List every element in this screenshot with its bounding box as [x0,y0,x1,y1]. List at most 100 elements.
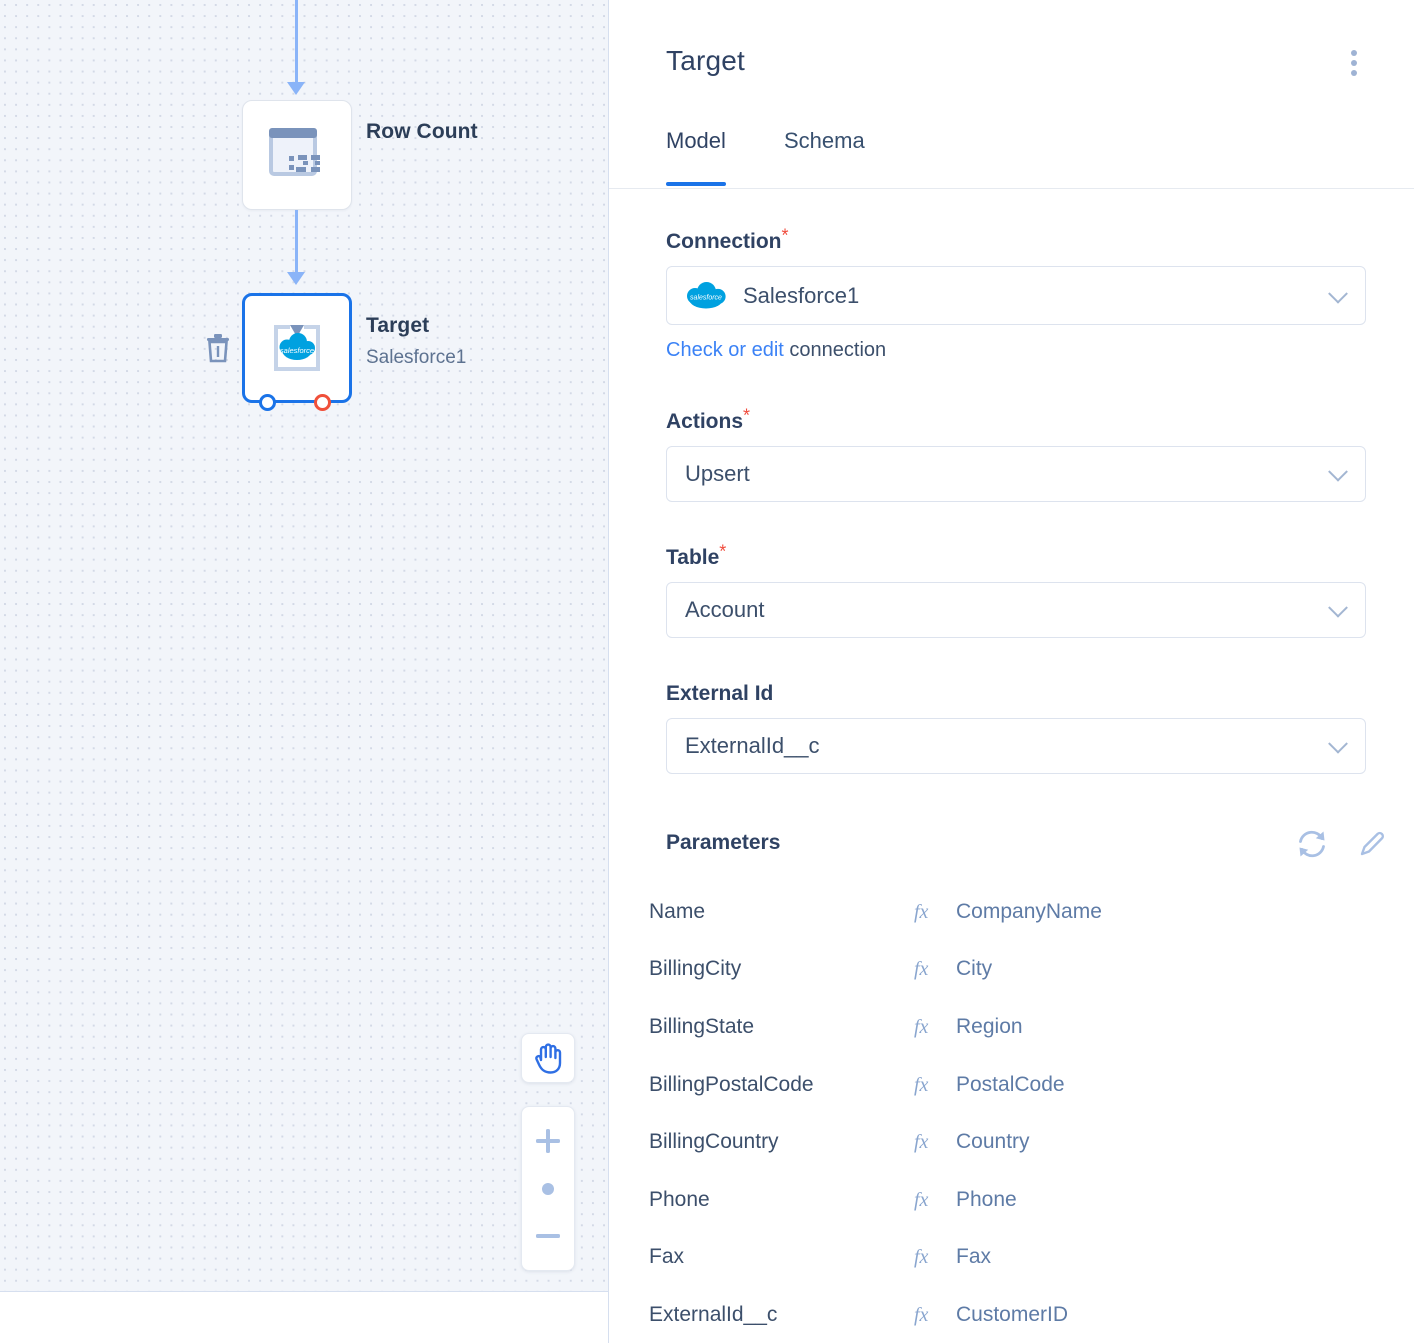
tab-model-label: Model [666,128,726,153]
connection-select[interactable]: salesforce Salesforce1 [666,266,1366,325]
check-or-edit-connection-link[interactable]: Check or edit [666,339,784,361]
salesforce-logo-icon: salesforce [687,281,726,308]
parameter-row[interactable]: BillingCountry fx Country [609,1113,1414,1171]
node-target-sublabel: Salesforce1 [366,347,467,368]
actions-select[interactable]: Upsert [666,446,1366,502]
edge-rowcount-to-target-arrowhead [287,272,305,285]
parameter-fx[interactable]: fx [914,899,956,925]
node-target-input-port[interactable] [259,394,276,411]
parameter-key: BillingPostalCode [649,1072,814,1096]
parameter-row[interactable]: Phone fx Phone [609,1171,1414,1229]
zoom-out-button[interactable] [522,1212,574,1260]
parameter-fx[interactable]: fx [914,1302,956,1328]
svg-text:fx: fx [914,901,929,923]
parameter-key: BillingCountry [649,1130,779,1154]
field-table: Table* Account [609,543,1414,638]
parameter-fx[interactable]: fx [914,1244,956,1270]
parameter-key: ExternalId__c [649,1302,778,1326]
svg-text:fx: fx [914,1189,929,1211]
minus-icon [536,1234,560,1239]
parameter-fx[interactable]: fx [914,1072,956,1098]
parameter-key: BillingState [649,1014,755,1038]
table-label-row: Table* [666,543,1366,570]
panel-menu-button[interactable] [1341,46,1367,80]
pencil-edit-icon[interactable] [1358,830,1386,858]
svg-text:salesforce: salesforce [280,346,314,355]
fx-function-icon: fx [914,1246,929,1268]
page-title: Target [666,45,746,76]
delete-node-button[interactable] [205,333,231,363]
table-value: Account [685,597,765,622]
edge-rowcount-to-target [295,210,298,278]
parameters-list: Name fx CompanyName BillingCity fx City … [609,883,1414,1343]
edge-incoming [295,0,298,84]
field-external-id: External Id ExternalId__c [609,682,1414,774]
fx-function-icon: fx [914,1189,929,1211]
chevron-down-icon [1328,461,1348,482]
parameter-fx[interactable]: fx [914,1187,956,1213]
actions-label: Actions [666,410,744,433]
svg-text:fx: fx [914,1131,929,1153]
panel-header: Target [609,0,1414,103]
field-connection: Connection* salesforce Salesforce1 Check… [609,227,1414,362]
trash-icon [207,334,229,363]
actions-required-marker: * [743,405,751,426]
connection-help-suffix: connection [783,339,887,361]
parameter-row[interactable]: ExternalId__c fx CustomerID [609,1286,1414,1343]
field-actions: Actions* Upsert [609,407,1414,502]
svg-text:fx: fx [914,1246,929,1268]
parameters-actions [1296,829,1386,859]
zoom-reset-button[interactable] [522,1165,574,1213]
svg-text:fx: fx [914,1016,929,1038]
flow-canvas[interactable]: Row Count salesforce Target Salesforce1 [0,0,609,1292]
node-row-count-label: Row Count [366,120,478,143]
connection-label: Connection [666,230,782,253]
parameter-row[interactable]: Name fx CompanyName [609,883,1414,941]
external-id-value: ExternalId__c [685,733,820,758]
pan-tool-button[interactable] [521,1033,575,1083]
parameters-title: Parameters [666,831,781,854]
fx-function-icon: fx [914,1016,929,1038]
node-row-count[interactable] [242,100,352,210]
parameter-value: City [956,957,993,981]
tab-schema[interactable]: Schema [784,128,865,184]
parameter-key: Phone [649,1187,710,1211]
node-target[interactable]: salesforce [242,293,352,403]
tab-model[interactable]: Model [666,128,726,186]
table-label: Table [666,546,720,569]
parameter-fx[interactable]: fx [914,1129,956,1155]
external-id-label: External Id [666,682,774,705]
svg-text:fx: fx [914,1304,929,1326]
parameter-row[interactable]: Fax fx Fax [609,1229,1414,1287]
zoom-in-button[interactable] [522,1117,574,1165]
fx-function-icon: fx [914,958,929,980]
connection-required-marker: * [781,225,789,246]
parameter-row[interactable]: BillingCity fx City [609,941,1414,999]
node-target-label: Target [366,314,430,337]
tab-schema-label: Schema [784,128,865,153]
panel-tabs: Model Schema [609,118,1414,189]
parameter-fx[interactable]: fx [914,956,956,982]
parameter-row[interactable]: BillingState fx Region [609,998,1414,1056]
parameter-key: BillingCity [649,957,742,981]
parameter-value: PostalCode [956,1072,1065,1096]
parameter-value: Phone [956,1187,1017,1211]
parameter-key: Name [649,899,706,923]
parameter-value: CustomerID [956,1302,1069,1326]
parameter-fx[interactable]: fx [914,1014,956,1040]
actions-label-row: Actions* [666,407,1366,434]
fx-function-icon: fx [914,1131,929,1153]
hand-pan-icon [535,1043,562,1074]
parameter-row[interactable]: BillingPostalCode fx PostalCode [609,1056,1414,1114]
fx-function-icon: fx [914,1304,929,1326]
connection-value: Salesforce1 [743,282,860,308]
refresh-icon[interactable] [1296,829,1328,859]
table-select[interactable]: Account [666,582,1366,638]
chevron-down-icon [1328,597,1348,618]
node-target-output-port[interactable] [314,394,331,411]
kebab-dot [1351,70,1357,76]
tab-active-indicator [666,182,726,186]
zoom-controls[interactable] [521,1106,575,1271]
parameter-key: Fax [649,1245,685,1269]
external-id-select[interactable]: ExternalId__c [666,718,1366,774]
